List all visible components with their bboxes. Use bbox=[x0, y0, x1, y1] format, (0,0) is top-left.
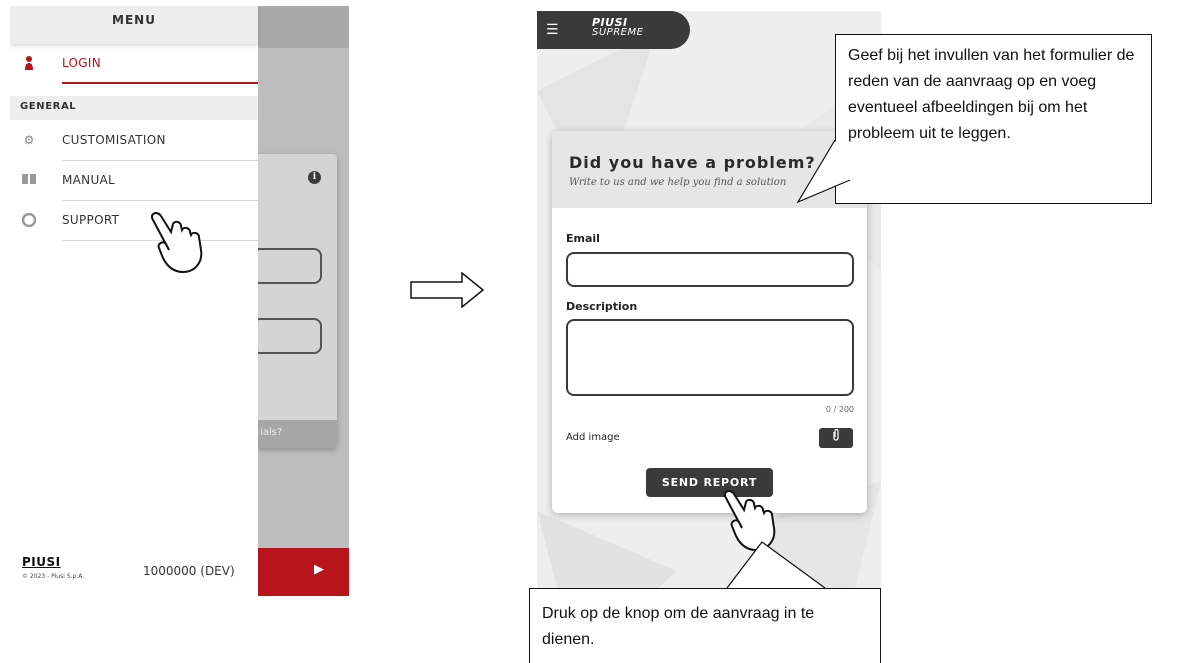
description-label: Description bbox=[566, 300, 638, 313]
background-input-field bbox=[252, 248, 322, 284]
side-menu-drawer: MENU LOGIN GENERAL ⚙ CUSTOMISATION MANUA… bbox=[10, 6, 258, 596]
support-screenshot: ☰ PIUSI SUPREME Did you have a problem? … bbox=[537, 11, 881, 663]
background-card-footer: ials? bbox=[258, 420, 337, 448]
background-login-bar: ▶ bbox=[258, 548, 349, 596]
email-label: Email bbox=[566, 232, 600, 245]
add-image-label: Add image bbox=[566, 432, 620, 443]
brand-logo: PIUSI SUPREME bbox=[592, 16, 644, 38]
background-app: i ials? ▶ bbox=[252, 6, 349, 596]
right-arrow-icon bbox=[410, 272, 485, 308]
section-general: GENERAL bbox=[10, 96, 258, 120]
pointing-hand-icon bbox=[718, 488, 788, 560]
gear-icon: ⚙ bbox=[23, 133, 35, 147]
book-icon bbox=[22, 173, 36, 187]
play-arrow-icon: ▶ bbox=[314, 562, 324, 577]
attach-image-button[interactable] bbox=[819, 428, 853, 448]
menu-item-manual[interactable]: MANUAL bbox=[10, 161, 258, 201]
background-login-card: i ials? bbox=[252, 154, 337, 448]
paperclip-icon bbox=[832, 428, 840, 444]
drawer-footer: PIUSI © 2023 - Piusi S.p.A. 1000000 (DEV… bbox=[10, 548, 258, 596]
description-field[interactable] bbox=[566, 319, 854, 396]
menu-item-login[interactable]: LOGIN bbox=[10, 44, 258, 84]
menu-item-support[interactable]: SUPPORT bbox=[10, 201, 258, 241]
card-title: Did you have a problem? bbox=[569, 153, 816, 172]
menu-screenshot: i ials? ▶ MENU LOGIN GENERAL ⚙ CUSTOMISA… bbox=[10, 6, 349, 596]
copyright-text: © 2023 - Piusi S.p.A. bbox=[22, 573, 85, 580]
pointing-hand-icon bbox=[145, 210, 215, 282]
menu-title: MENU bbox=[10, 6, 258, 44]
background-input-field bbox=[252, 318, 322, 354]
callout-submit-instructions: Druk op de knop om de aanvraag in te die… bbox=[529, 588, 881, 663]
user-icon bbox=[22, 56, 36, 70]
card-header: Did you have a problem? Write to us and … bbox=[552, 131, 867, 208]
hamburger-menu-icon[interactable]: ☰ bbox=[546, 22, 559, 38]
char-counter: 0 / 200 bbox=[825, 405, 854, 414]
menu-item-customisation[interactable]: ⚙ CUSTOMISATION bbox=[10, 121, 258, 161]
menu-item-label: LOGIN bbox=[62, 56, 102, 70]
menu-item-label: MANUAL bbox=[62, 173, 116, 187]
callout-form-instructions: Geef bij het invullen van het formulier … bbox=[835, 34, 1152, 204]
card-subtitle: Write to us and we help you find a solut… bbox=[569, 177, 787, 188]
support-form-card: Did you have a problem? Write to us and … bbox=[552, 131, 867, 513]
menu-item-label: SUPPORT bbox=[62, 213, 120, 227]
version-text: 1000000 (DEV) bbox=[143, 564, 235, 578]
lifebuoy-icon bbox=[21, 212, 37, 228]
info-icon: i bbox=[308, 171, 321, 184]
background-partial-text: ials? bbox=[260, 427, 283, 438]
background-app-header bbox=[258, 6, 349, 48]
app-header: ☰ PIUSI SUPREME bbox=[537, 11, 690, 49]
email-field[interactable] bbox=[566, 252, 854, 287]
menu-item-label: CUSTOMISATION bbox=[62, 133, 166, 147]
piusi-logo: PIUSI bbox=[22, 555, 61, 569]
